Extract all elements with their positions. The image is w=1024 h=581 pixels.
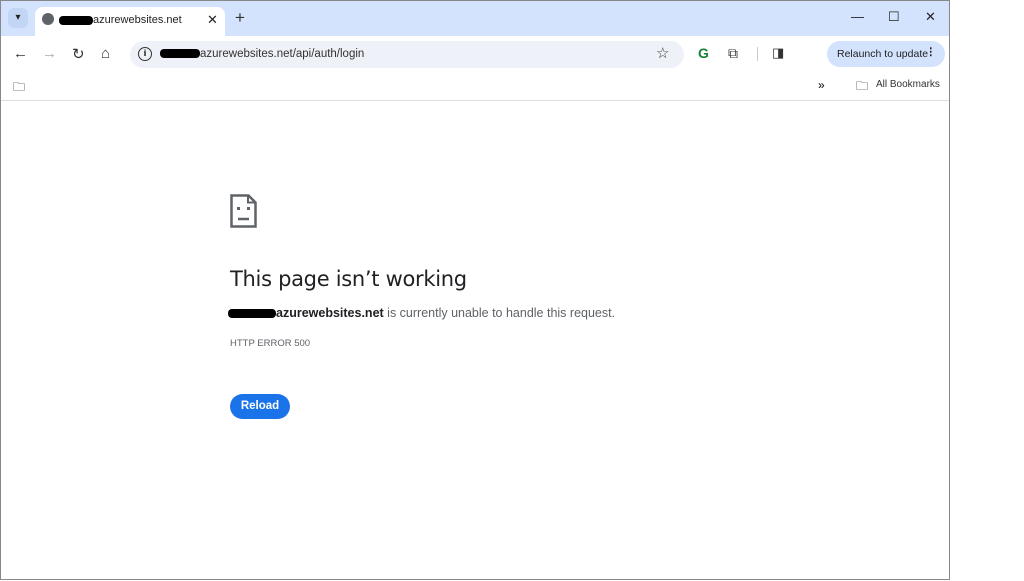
forward-button[interactable]: → [42,45,57,62]
error-message-text: is currently unable to handle this reque… [384,306,615,320]
reload-icon[interactable]: ↻ [72,45,85,63]
tab-search-button[interactable]: ▾ [8,8,28,28]
folder-icon[interactable]: 🗀 [13,78,25,99]
redaction [160,49,200,58]
url-text: azurewebsites.net/api/auth/login [200,48,364,60]
minimize-button[interactable]: — [851,9,864,24]
site-info-icon[interactable]: i [138,47,152,61]
redaction [228,309,276,318]
tab-active[interactable]: azurewebsites.net ✕ [35,7,225,36]
globe-icon [42,13,54,25]
close-tab-icon[interactable]: ✕ [207,12,218,28]
tab-strip: ▾ azurewebsites.net ✕ + — ☐ ✕ [1,1,949,36]
toolbar: ← → ↻ ⌂ i azurewebsites.net/api/auth/log… [1,36,949,72]
side-panel-icon[interactable]: ◨ [772,45,784,61]
relaunch-button[interactable]: Relaunch to update⋮ [827,41,945,67]
all-bookmarks-button[interactable]: All Bookmarks [876,79,940,90]
browser-window: ▾ azurewebsites.net ✕ + — ☐ ✕ ← → ↻ ⌂ i … [0,0,950,580]
menu-kebab-icon[interactable]: ⋮ [926,46,937,58]
error-host: azurewebsites.net [276,306,384,320]
divider [757,47,758,61]
relaunch-label: Relaunch to update [837,48,928,60]
address-bar[interactable]: i azurewebsites.net/api/auth/login ☆ [130,41,684,68]
sad-page-icon [230,194,257,228]
home-button[interactable]: ⌂ [101,45,110,62]
redaction [59,16,93,25]
reload-button[interactable]: Reload [230,394,290,419]
close-window-button[interactable]: ✕ [925,9,936,25]
extensions-puzzle-icon[interactable]: ⧉ [728,45,738,62]
bookmark-star-icon[interactable]: ☆ [656,44,669,62]
error-title: This page isn’t working [230,267,467,291]
error-code: HTTP ERROR 500 [230,338,310,349]
bookmarks-bar: 🗀 » 🗀 All Bookmarks [1,72,949,101]
back-button[interactable]: ← [13,45,28,62]
maximize-button[interactable]: ☐ [888,9,900,25]
error-message: azurewebsites.net is currently unable to… [228,306,615,320]
folder-icon: 🗀 [856,77,868,98]
overflow-chevron-icon[interactable]: » [818,78,825,92]
grammarly-extension-icon[interactable]: G [698,45,709,61]
tab-title: azurewebsites.net [93,14,182,26]
new-tab-button[interactable]: + [235,8,245,28]
